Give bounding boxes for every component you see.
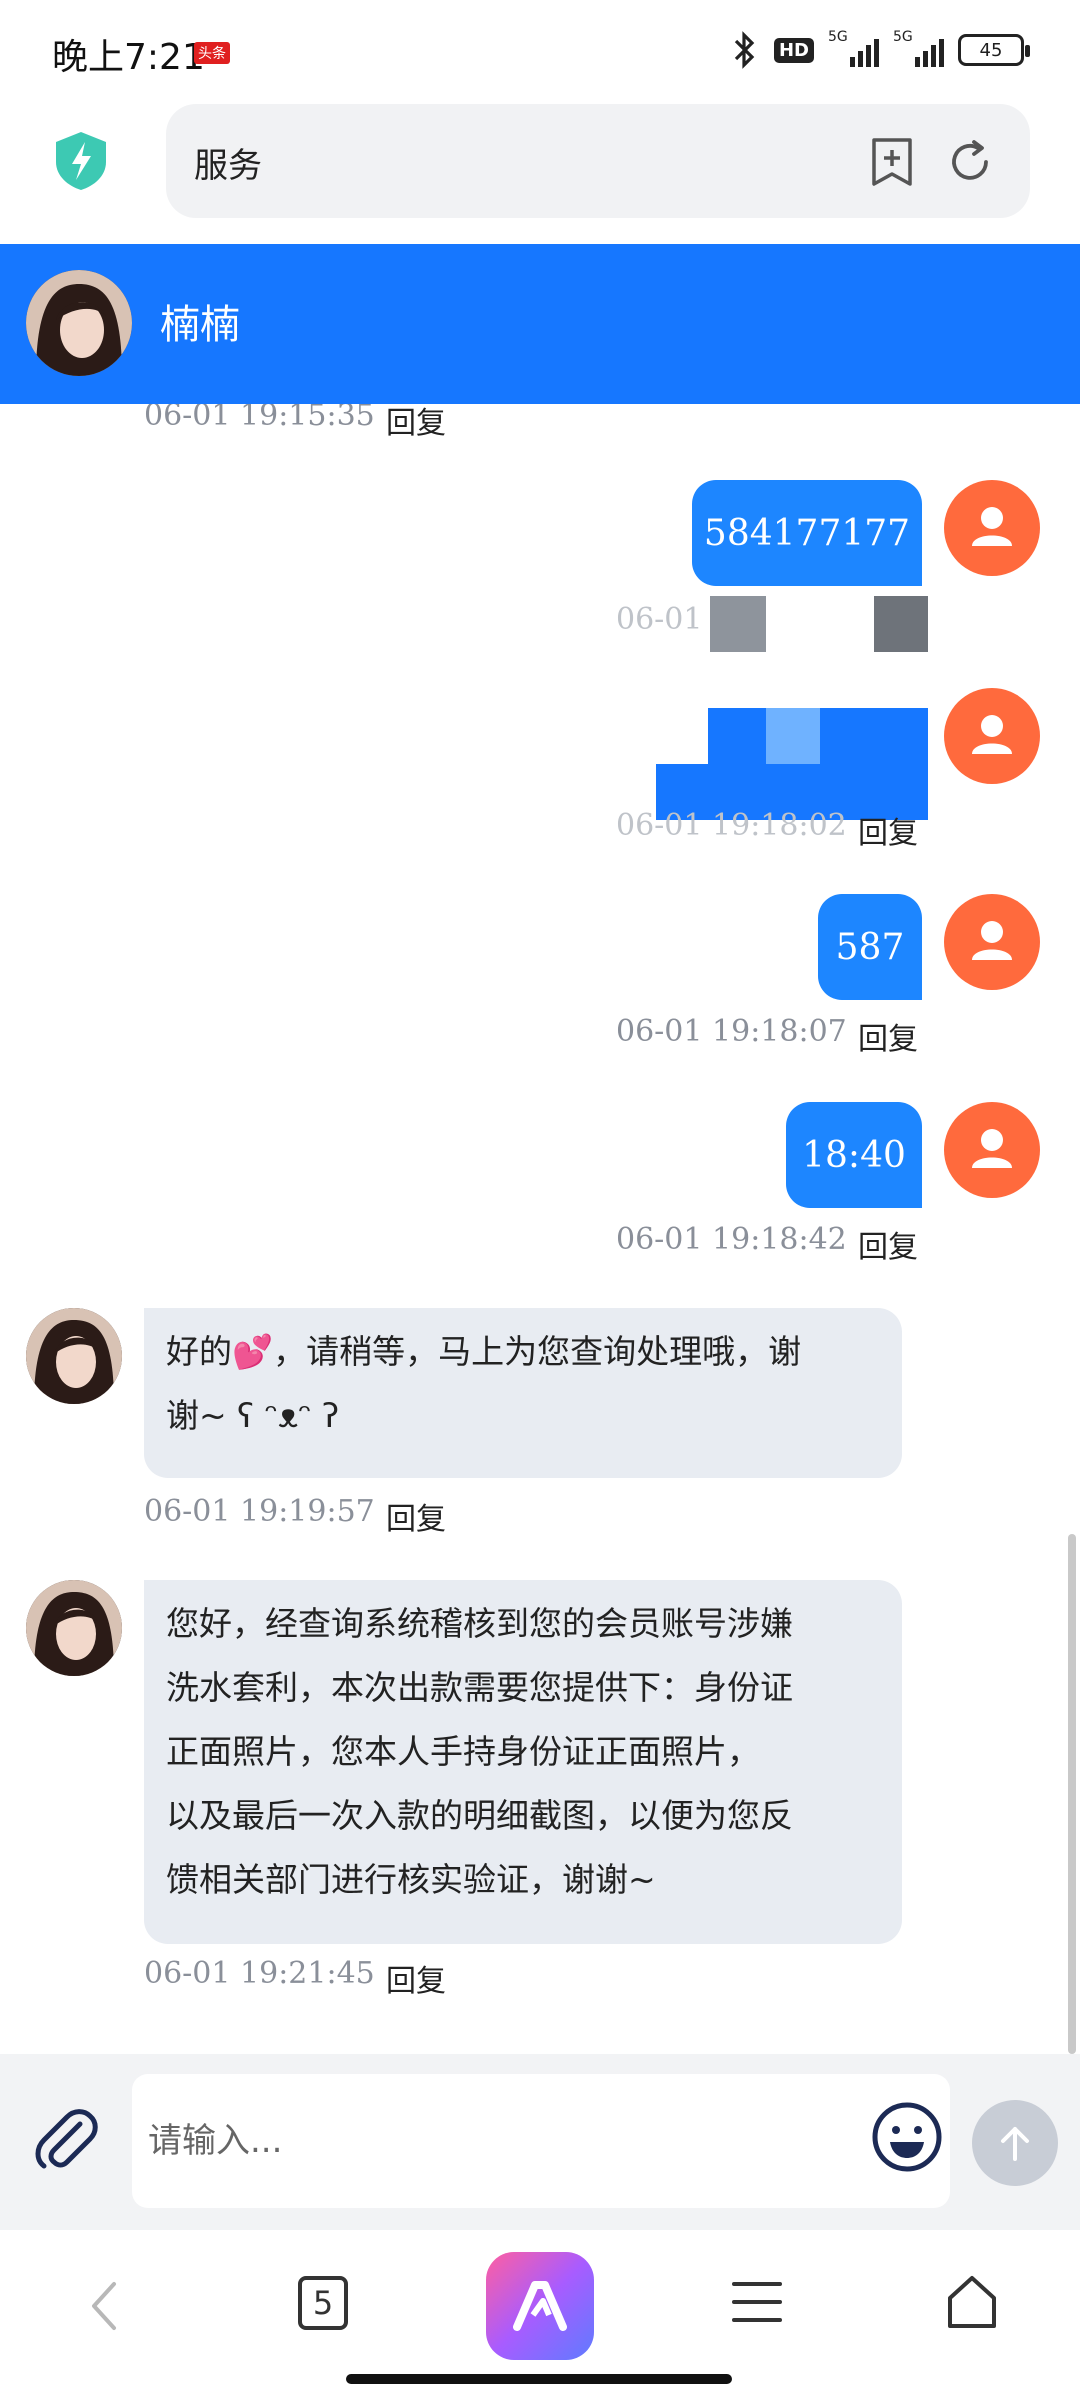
status-indicators: HD 5G 5G 45 [730, 29, 1030, 70]
bluetooth-icon [734, 31, 755, 69]
reply-link[interactable]: 回复 [858, 808, 918, 852]
user-message-bubble[interactable]: 584177177 [692, 480, 922, 586]
home-icon[interactable] [944, 2272, 1000, 2332]
contact-avatar[interactable] [26, 270, 132, 376]
agent-message-bubble[interactable]: 您好，经查询系统稽核到您的会员账号涉嫌 洗水套利，本次出款需要您提供下：身份证 … [144, 1580, 902, 1944]
browser-bottom-nav: 5 [0, 2230, 1080, 2400]
user-silhouette-icon [972, 715, 1012, 754]
chat-scrollbar[interactable] [1068, 1534, 1076, 2054]
message-line: 正面照片，您本人手持身份证正面照片， [166, 1732, 760, 1771]
user-message-bubble[interactable]: 587 [818, 894, 922, 1000]
battery-icon: 45 [958, 34, 1030, 66]
reply-link[interactable]: 回复 [386, 404, 446, 442]
redaction-block [766, 596, 874, 652]
reply-link[interactable]: 回复 [858, 1014, 918, 1058]
address-bar-text[interactable]: 服务 [194, 138, 262, 187]
back-arrow-icon[interactable] [80, 2276, 130, 2336]
user-silhouette-icon [972, 507, 1012, 546]
message-input-bar [0, 2054, 1080, 2230]
user-avatar[interactable] [944, 480, 1040, 576]
user-silhouette-icon [972, 1129, 1012, 1168]
redaction-block [710, 596, 766, 652]
message-timestamp: 06-01 19:18:07 [616, 1014, 847, 1049]
reply-link[interactable]: 回复 [386, 1956, 446, 2000]
status-time: 晚上7:21 [52, 37, 205, 78]
attachment-paperclip-icon[interactable] [30, 2104, 102, 2176]
reply-link[interactable]: 回复 [386, 1494, 446, 1538]
emoji-picker-icon[interactable] [870, 2100, 944, 2174]
message-text: 584177177 [703, 512, 911, 554]
tabs-button[interactable]: 5 [298, 2276, 348, 2330]
message-line: 您好，经查询系统稽核到您的会员账号涉嫌 [166, 1604, 793, 1643]
message-text: 587 [835, 926, 905, 968]
refresh-icon[interactable] [946, 138, 994, 186]
hd-voice-badge: HD [773, 37, 814, 63]
agent-avatar[interactable] [26, 1308, 122, 1404]
reply-link[interactable]: 回复 [858, 1222, 918, 1266]
redaction-block [656, 708, 708, 764]
message-timestamp: 06-01 19:18:02 [616, 808, 847, 843]
user-silhouette-icon [972, 921, 1012, 960]
signal-icon-sim2: 5G [893, 29, 944, 67]
chat-message-list[interactable]: 06-01 19:15:35 回复 584177177 06-01 06-01 … [0, 404, 1080, 2054]
add-bookmark-icon[interactable] [868, 136, 916, 188]
message-timestamp: 06-01 19:15:35 [144, 404, 375, 433]
redaction-block [874, 596, 928, 652]
message-input[interactable] [132, 2074, 950, 2208]
home-indicator[interactable] [346, 2374, 732, 2384]
browser-logo-icon [513, 2281, 567, 2331]
browser-app-button[interactable] [486, 2252, 594, 2360]
redaction-block [766, 708, 820, 764]
message-text: 18:40 [802, 1134, 906, 1176]
message-line: 馈相关部门进行核实验证，谢谢~ [166, 1860, 656, 1899]
menu-icon[interactable] [730, 2278, 784, 2326]
message-line: 洗水套利，本次出款需要您提供下：身份证 [166, 1668, 793, 1707]
message-line: 谢~ ʕ ᵔᴥᵔ ʔ [166, 1396, 340, 1435]
message-timestamp: 06-01 19:18:42 [616, 1222, 847, 1257]
message-timestamp: 06-01 [616, 602, 703, 637]
contact-name: 楠楠 [160, 302, 240, 348]
send-button[interactable] [972, 2100, 1058, 2186]
user-avatar[interactable] [944, 1102, 1040, 1198]
news-app-badge: 头条 [194, 42, 230, 64]
message-line: 好的💕，请稍等，马上为您查询处理哦，谢 [166, 1332, 802, 1371]
agent-avatar[interactable] [26, 1580, 122, 1676]
message-line: 以及最后一次入款的明细截图，以便为您反 [166, 1796, 793, 1835]
browser-toolbar: 服务 [0, 100, 1080, 244]
user-message-bubble[interactable]: 18:40 [786, 1102, 922, 1208]
address-bar[interactable]: 服务 [166, 104, 1030, 218]
agent-message-bubble[interactable]: 好的💕，请稍等，马上为您查询处理哦，谢 谢~ ʕ ᵔᴥᵔ ʔ [144, 1308, 902, 1478]
signal-icon-sim1: 5G [828, 29, 879, 67]
status-bar: 晚上7:21 头条 HD 5G 5G 45 [0, 0, 1080, 100]
chat-header: 楠楠 [0, 244, 1080, 404]
security-shield-icon[interactable] [54, 130, 108, 192]
arrow-up-icon [1001, 2127, 1029, 2161]
user-avatar[interactable] [944, 894, 1040, 990]
message-timestamp: 06-01 19:19:57 [144, 1494, 375, 1529]
message-timestamp: 06-01 19:21:45 [144, 1956, 375, 1991]
user-avatar[interactable] [944, 688, 1040, 784]
